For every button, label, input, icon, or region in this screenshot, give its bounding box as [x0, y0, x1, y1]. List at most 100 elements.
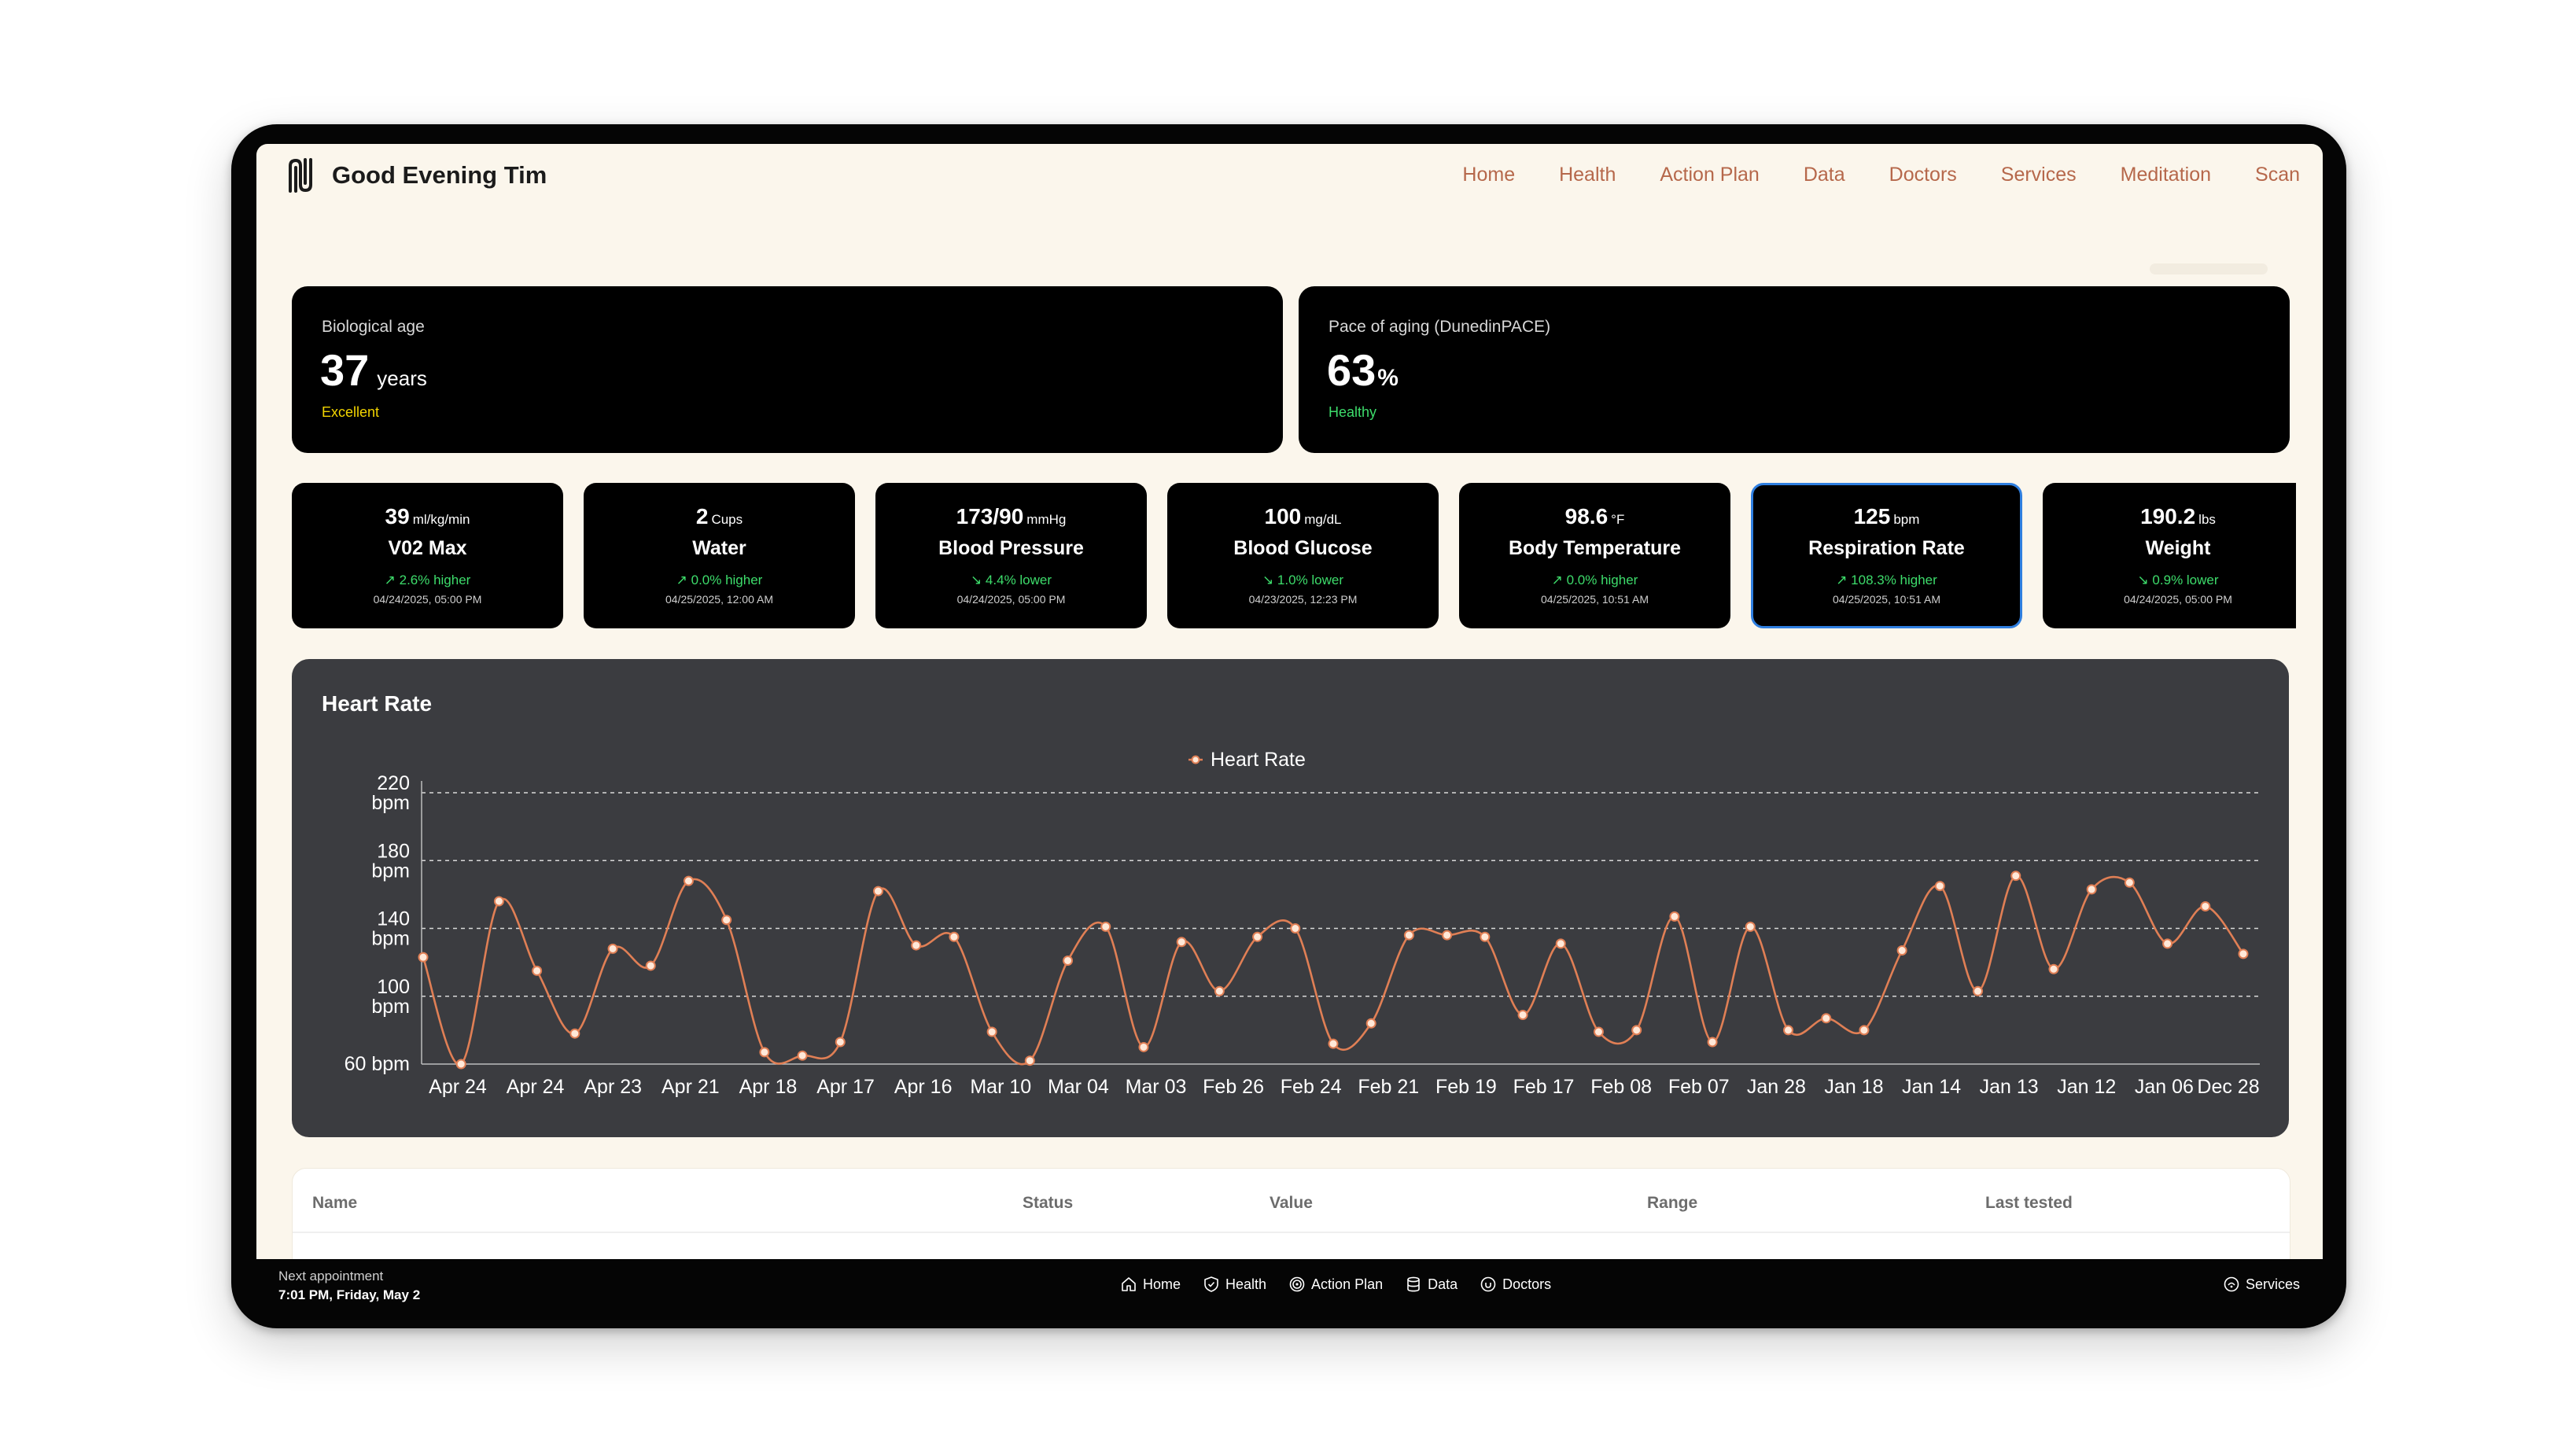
- heart-rate-point: [607, 943, 618, 954]
- heart-rate-point: [1896, 945, 1907, 956]
- pace-of-aging-card[interactable]: Pace of aging (DunedinPACE) 63% Healthy: [1299, 286, 2290, 453]
- bottom-nav-services[interactable]: Services: [2223, 1276, 2300, 1293]
- biological-age-unit: years: [377, 366, 427, 390]
- heart-rate-point: [986, 1026, 997, 1037]
- app-screen: Good Evening Tim Home Health Action Plan…: [256, 144, 2323, 1259]
- bottom-nav-health[interactable]: Health: [1203, 1276, 1266, 1293]
- heart-rate-point: [1365, 1018, 1376, 1029]
- metric-card-water[interactable]: 2 Cups Water ↗ 0.0% higher 04/25/2025, 12…: [584, 483, 855, 628]
- metric-date: 04/25/2025, 12:00 AM: [665, 593, 773, 606]
- metric-value: 125 bpm: [1853, 504, 1920, 528]
- y-tick-unit: bpm: [371, 996, 410, 1018]
- heart-rate-point: [1934, 881, 1945, 892]
- metric-name: Blood Pressure: [938, 537, 1084, 559]
- metric-card-blood-glucose[interactable]: 100 mg/dL Blood Glucose ↘ 1.0% lower 04/2…: [1167, 483, 1439, 628]
- metric-change: ↗ 0.0% higher: [1551, 573, 1638, 587]
- x-tick-label: Apr 23: [584, 1076, 642, 1098]
- x-tick-label: Apr 24: [507, 1076, 565, 1098]
- nav-health[interactable]: Health: [1559, 164, 1616, 186]
- heart-rate-point: [721, 915, 732, 926]
- metric-card-blood-pressure[interactable]: 173/90 mmHg Blood Pressure ↘ 4.4% lower 0…: [875, 483, 1147, 628]
- nav-meditation[interactable]: Meditation: [2121, 164, 2211, 186]
- metric-card-vo2max[interactable]: 39 ml/kg/min V02 Max ↗ 2.6% higher 04/24/…: [292, 483, 563, 628]
- bottom-nav-doctors-label: Doctors: [1502, 1276, 1552, 1292]
- x-tick-label: Feb 19: [1435, 1076, 1497, 1098]
- biological-age-card[interactable]: Biological age 37 years Excellent: [292, 286, 1283, 453]
- metric-date: 04/24/2025, 05:00 PM: [956, 593, 1066, 606]
- y-tick-label: 60 bpm: [345, 1053, 410, 1075]
- x-tick-label: Jan 12: [2057, 1076, 2116, 1098]
- heart-rate-point: [1403, 930, 1414, 941]
- table-header-last-tested[interactable]: Last tested: [1985, 1194, 2073, 1213]
- nav-home[interactable]: Home: [1462, 164, 1515, 186]
- table-header-status[interactable]: Status: [1023, 1194, 1073, 1213]
- x-tick-label: Apr 18: [739, 1076, 798, 1098]
- heart-rate-series-line: [422, 875, 2245, 1066]
- metric-card-body-temperature[interactable]: 98.6 °F Body Temperature ↗ 0.0% higher 04…: [1459, 483, 1730, 628]
- x-tick-label: Feb 21: [1358, 1076, 1419, 1098]
- heart-rate-point: [759, 1047, 770, 1058]
- heart-rate-point: [1138, 1041, 1149, 1052]
- bottom-nav-doctors[interactable]: Doctors: [1480, 1276, 1551, 1293]
- heart-rate-point: [2200, 900, 2211, 911]
- metric-change: ↘ 1.0% lower: [1262, 573, 1344, 587]
- bottom-nav-action-plan-label: Action Plan: [1311, 1276, 1384, 1292]
- metric-card-respiration-rate[interactable]: 125 bpm Respiration Rate ↗ 108.3% higher …: [1751, 483, 2022, 628]
- app-logo-icon[interactable]: [287, 158, 314, 193]
- nav-data[interactable]: Data: [1804, 164, 1845, 186]
- heart-rate-point: [418, 952, 429, 963]
- heart-rate-point: [1707, 1037, 1718, 1048]
- nav-scan[interactable]: Scan: [2255, 164, 2300, 186]
- heart-rate-point: [1821, 1013, 1832, 1024]
- heart-rate-point: [2010, 871, 2021, 882]
- x-tick-label: Jan 28: [1747, 1076, 1806, 1098]
- metric-name: V02 Max: [388, 537, 467, 559]
- metric-card-weight[interactable]: 190.2 lbs Weight ↘ 0.9% lower 04/24/2025,…: [2043, 483, 2296, 628]
- biological-age-value: 37 years: [320, 345, 427, 395]
- heart-rate-point: [1631, 1025, 1642, 1036]
- bottom-nav-health-label: Health: [1225, 1276, 1267, 1292]
- next-appointment-time[interactable]: 7:01 PM, Friday, May 2: [278, 1287, 420, 1303]
- doctor-icon: [1480, 1276, 1496, 1292]
- bottom-nav: Home Health Action Plan Data Doctors: [1120, 1276, 1551, 1293]
- table-header-name[interactable]: Name: [312, 1194, 357, 1213]
- services-icon: [2224, 1276, 2239, 1292]
- biological-age-status: Excellent: [322, 404, 380, 420]
- x-tick-label: Mar 10: [970, 1076, 1031, 1098]
- bottom-nav-home[interactable]: Home: [1120, 1276, 1181, 1293]
- heart-rate-point: [645, 960, 656, 971]
- x-tick-label: Jan 18: [1824, 1076, 1883, 1098]
- bottom-nav-data-label: Data: [1428, 1276, 1458, 1292]
- bottom-nav-data[interactable]: Data: [1405, 1276, 1458, 1293]
- heart-rate-point: [873, 886, 883, 897]
- metric-value: 2 Cups: [695, 504, 743, 528]
- metric-change: ↘ 4.4% lower: [970, 573, 1052, 587]
- pace-of-aging-value: 63%: [1327, 345, 1399, 395]
- heart-rate-point: [1555, 938, 1566, 949]
- nav-doctors[interactable]: Doctors: [1889, 164, 1957, 186]
- table-header-range[interactable]: Range: [1647, 1194, 1697, 1213]
- table-header-divider: [293, 1232, 2290, 1233]
- metric-change: ↗ 108.3% higher: [1836, 573, 1937, 587]
- x-tick-label: Feb 24: [1281, 1076, 1342, 1098]
- home-icon: [1122, 1277, 1136, 1291]
- heart-rate-point: [1252, 931, 1263, 942]
- metric-date: 04/25/2025, 10:51 AM: [1541, 593, 1649, 606]
- nav-action-plan[interactable]: Action Plan: [1660, 164, 1759, 186]
- table-header-value[interactable]: Value: [1270, 1194, 1313, 1213]
- bottom-nav-action-plan[interactable]: Action Plan: [1288, 1276, 1383, 1293]
- shield-icon: [1204, 1276, 1218, 1292]
- x-tick-label: Apr 17: [816, 1076, 875, 1098]
- greeting-title: Good Evening Tim: [332, 161, 547, 189]
- metric-value: 100 mg/dL: [1264, 504, 1342, 528]
- pace-of-aging-status: Healthy: [1329, 404, 1377, 420]
- heart-rate-point: [1745, 921, 1756, 932]
- metric-value: 98.6 °F: [1564, 504, 1625, 528]
- x-tick-label: Dec 28: [2197, 1076, 2259, 1098]
- metric-name: Blood Glucose: [1233, 537, 1373, 559]
- metric-name: Body Temperature: [1508, 537, 1682, 559]
- x-tick-label: Apr 21: [662, 1076, 720, 1098]
- metric-name: Respiration Rate: [1808, 537, 1965, 559]
- nav-services[interactable]: Services: [2001, 164, 2077, 186]
- heart-rate-point: [1290, 923, 1301, 934]
